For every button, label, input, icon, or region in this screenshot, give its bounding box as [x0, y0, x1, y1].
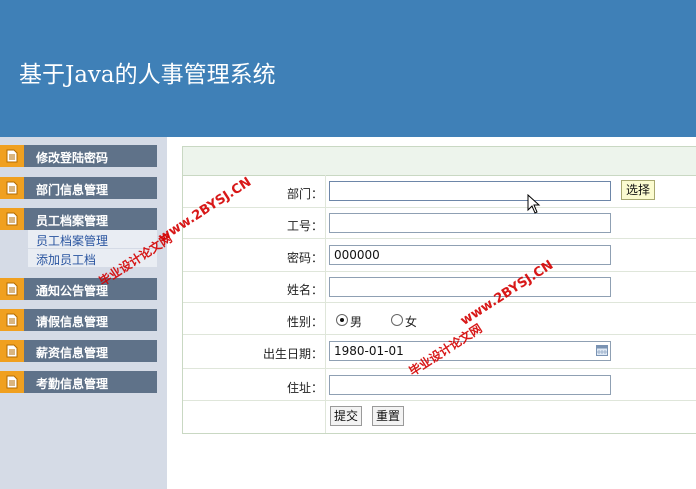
password-input[interactable]: 000000: [329, 245, 611, 265]
form-row-employee-no: 工号：: [183, 208, 696, 239]
sidebar-item-label: 通知公告管理: [36, 284, 109, 298]
birthdate-label: 出生日期：: [262, 347, 323, 361]
sidebar-item-label: 修改登陆密码: [36, 151, 109, 165]
sidebar-subitem-add-employee[interactable]: 添加员工档: [36, 251, 96, 268]
sidebar-item-attendance[interactable]: 考勤信息管理: [0, 371, 157, 393]
document-icon: [0, 371, 24, 393]
submit-button[interactable]: 提交: [330, 406, 362, 426]
gender-female-radio[interactable]: [391, 314, 403, 326]
form-row-name: 姓名：: [183, 272, 696, 303]
sidebar-item-department[interactable]: 部门信息管理: [0, 177, 157, 199]
document-icon: [0, 145, 24, 167]
name-label: 姓名：: [286, 283, 323, 297]
department-input[interactable]: [329, 181, 611, 201]
sidebar-item-salary[interactable]: 薪资信息管理: [0, 340, 157, 362]
password-label: 密码：: [286, 251, 323, 265]
sidebar-item-label: 考勤信息管理: [36, 377, 109, 391]
document-icon: [0, 309, 24, 331]
form-row-password: 密码： 000000: [183, 239, 696, 272]
gender-male-radio[interactable]: [336, 314, 348, 326]
document-icon: [0, 340, 24, 362]
sidebar-item-notices[interactable]: 通知公告管理: [0, 278, 157, 300]
name-input[interactable]: [329, 277, 611, 297]
form-row-department: 部门： 选择: [183, 175, 696, 208]
employee-form: 部门： 选择 工号： 密码： 000000 姓名： 性别： 男 女 出生日期： …: [182, 146, 696, 434]
sidebar-item-label: 员工档案管理: [36, 214, 109, 228]
employee-no-input[interactable]: [329, 213, 611, 233]
birthdate-input[interactable]: 1980-01-01: [329, 341, 611, 361]
gender-label: 性别：: [286, 315, 323, 329]
document-icon: [0, 278, 24, 300]
app-title: 基于Java的人事管理系统: [19, 62, 276, 88]
form-row-address: 住址：: [183, 369, 696, 401]
calendar-icon[interactable]: [596, 345, 608, 356]
document-icon: [0, 208, 24, 230]
document-icon: [0, 177, 24, 199]
mouse-cursor-icon: [527, 193, 541, 217]
gender-female-label: 女: [405, 315, 418, 329]
form-header-bar: [183, 147, 696, 176]
sidebar-item-employee-records[interactable]: 员工档案管理: [0, 208, 157, 230]
sidebar: 修改登陆密码 部门信息管理 员工档案管理 员工档案管理 添加员工档 通知公告管理…: [0, 137, 167, 489]
header-banner: 基于Java的人事管理系统: [0, 0, 696, 137]
gender-male-label: 男: [350, 315, 363, 329]
form-row-gender: 性别： 男 女: [183, 303, 696, 335]
sidebar-item-label: 请假信息管理: [36, 315, 109, 329]
address-input[interactable]: [329, 375, 611, 395]
sidebar-subitem-employee-records[interactable]: 员工档案管理: [36, 232, 108, 249]
sidebar-item-leave[interactable]: 请假信息管理: [0, 309, 157, 331]
sidebar-item-label: 部门信息管理: [36, 183, 109, 197]
sidebar-item-label: 薪资信息管理: [36, 346, 109, 360]
address-label: 住址：: [286, 381, 323, 395]
sidebar-item-change-password[interactable]: 修改登陆密码: [0, 145, 157, 167]
choose-button[interactable]: 选择: [621, 180, 655, 200]
reset-button[interactable]: 重置: [372, 406, 404, 426]
